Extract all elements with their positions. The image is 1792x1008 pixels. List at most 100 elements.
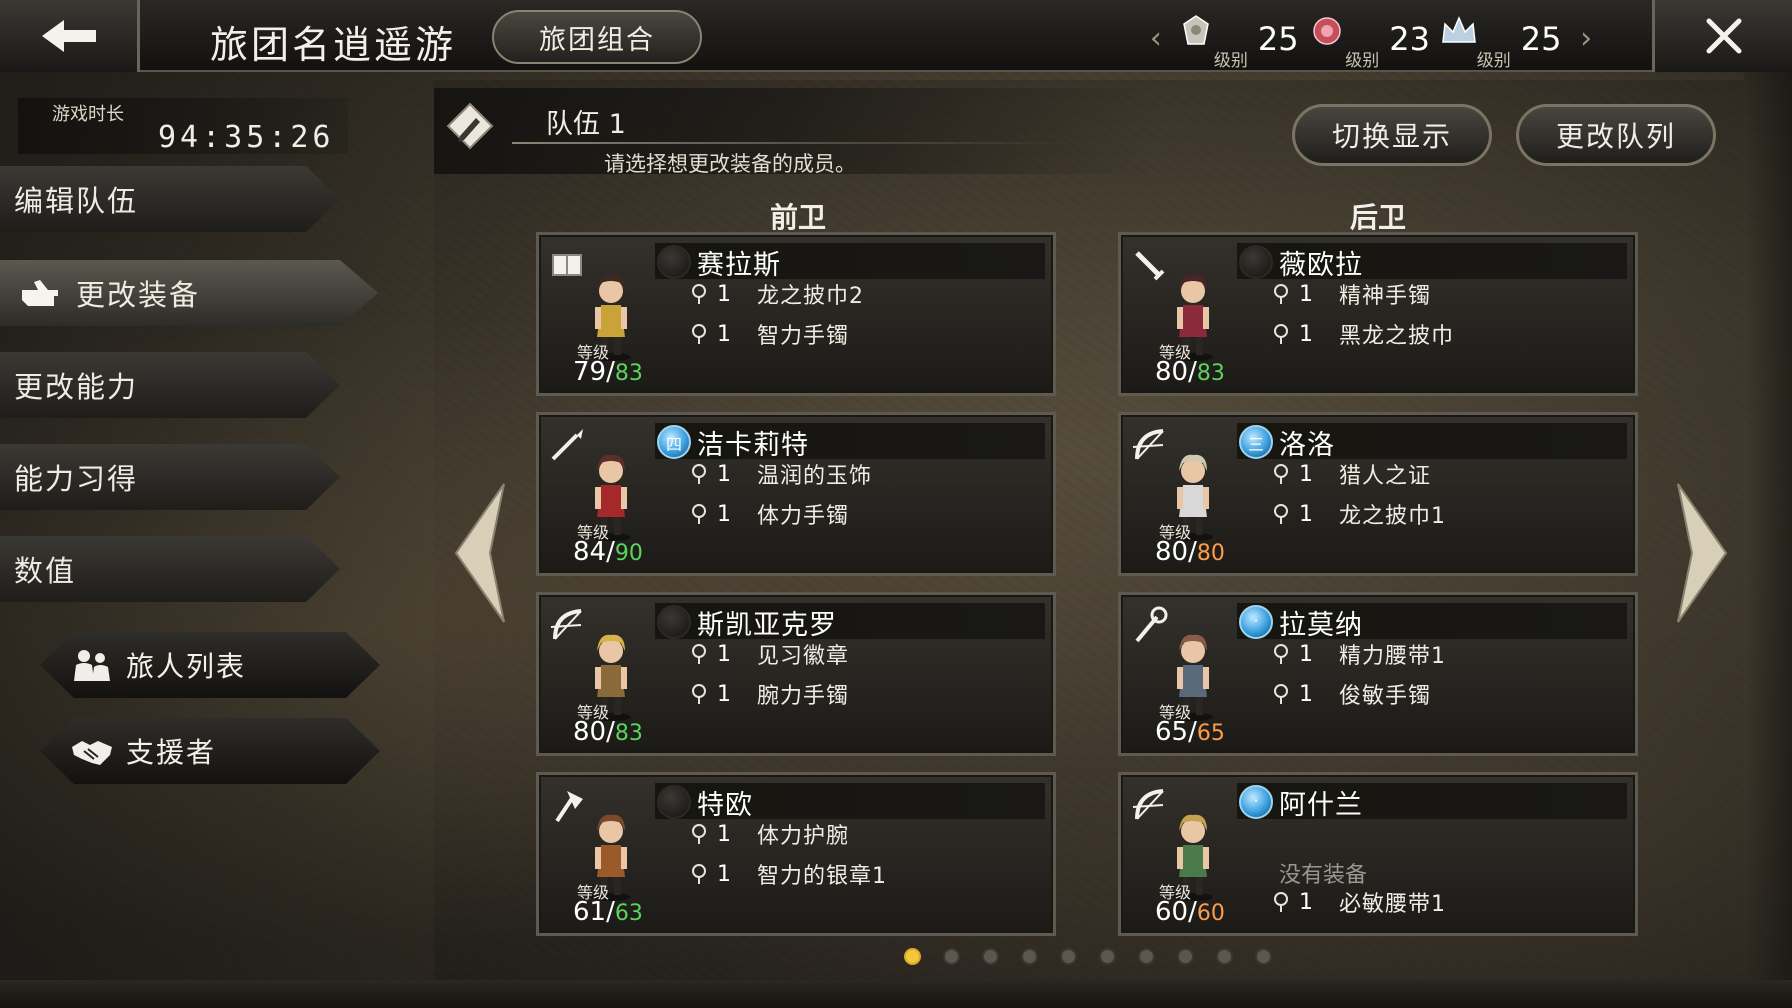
character-card[interactable]: 斯凯亚克罗 1 见习徽章 1 腕力手镯 等级 80/83	[536, 592, 1056, 756]
accessory-icon	[1274, 892, 1288, 912]
guild-combination-button[interactable]: 旅团组合	[492, 10, 702, 64]
rank-item: 级别 25	[1174, 8, 1305, 71]
current-level: 65	[1155, 717, 1189, 747]
max-level: 83	[614, 721, 643, 746]
equipment-quantity: 1	[1299, 281, 1313, 307]
page-dot[interactable]	[1060, 948, 1077, 965]
previous-page-arrow-icon[interactable]	[450, 478, 510, 628]
equipment-quantity: 1	[1299, 461, 1313, 487]
equipment-name: 猎人之证	[1339, 464, 1432, 489]
instruction-text: 请选择想更改装备的成员。	[604, 152, 856, 176]
character-name: 阿什兰	[1279, 790, 1363, 821]
max-level: 83	[1196, 361, 1225, 386]
level-display: 79/83	[573, 357, 643, 387]
page-dot[interactable]	[904, 948, 921, 965]
switch-display-button[interactable]: 切换显示	[1292, 104, 1492, 166]
rank-right-arrow-icon[interactable]: ›	[1568, 21, 1604, 56]
character-card[interactable]: 四洁卡莉特 1 温润的玉饰 1 体力手镯 等级 84/90	[536, 412, 1056, 576]
equipment-quantity: 1	[717, 641, 731, 667]
close-button[interactable]	[1652, 0, 1792, 72]
rank-left-arrow-icon[interactable]: ‹	[1138, 21, 1174, 56]
close-icon	[1706, 18, 1741, 54]
menu-change-ability[interactable]: 更改能力	[0, 352, 340, 418]
accessory-icon	[1274, 684, 1288, 704]
equipment-name: 俊敏手镯	[1339, 684, 1432, 709]
equipment-row: 1 体力手镯	[689, 499, 849, 529]
equipment-row: 1 龙之披巾2	[689, 279, 864, 309]
character-card[interactable]: 三洛洛 1 猎人之证 1 龙之披巾1 等级 80/80	[1118, 412, 1638, 576]
gem-label: 四	[665, 435, 682, 454]
equipment-name: 腕力手镯	[757, 684, 850, 709]
page-dot[interactable]	[1216, 948, 1233, 965]
accessory-icon	[692, 504, 706, 524]
character-card[interactable]: 赛拉斯 1 龙之披巾2 1 智力手镯 等级 79/83	[536, 232, 1056, 396]
page-dot[interactable]	[1255, 948, 1272, 965]
page-dot[interactable]	[943, 948, 960, 965]
character-name: 洁卡莉特	[697, 430, 809, 461]
equipment-name: 黑龙之披巾	[1339, 324, 1455, 349]
job-gem-icon: ·	[1239, 605, 1273, 639]
character-card[interactable]: 薇欧拉 1 精神手镯 1 黑龙之披巾 等级 80/83	[1118, 232, 1638, 396]
page-dot[interactable]	[1177, 948, 1194, 965]
menu-edit-team[interactable]: 编辑队伍	[0, 166, 340, 232]
back-button[interactable]	[0, 0, 140, 72]
max-level: 63	[614, 901, 643, 926]
menu-learn-ability[interactable]: 能力习得	[0, 444, 340, 510]
top-bar: 旅团名逍遥游 旅团组合 ‹ 级别 25 级别 23 级别 25 ›	[0, 0, 1792, 72]
gem-label: ·	[1253, 611, 1259, 630]
job-gem-icon: 三	[1239, 425, 1273, 459]
page-dot[interactable]	[1021, 948, 1038, 965]
page-dot[interactable]	[1138, 948, 1155, 965]
accessory-icon	[1274, 464, 1288, 484]
max-level: 90	[614, 541, 643, 566]
menu-stats[interactable]: 数值	[0, 536, 340, 602]
max-level: 83	[614, 361, 643, 386]
accessory-icon	[692, 824, 706, 844]
bottom-band	[0, 980, 1792, 1008]
accessory-icon	[1274, 504, 1288, 524]
rank-label: 级别	[1476, 51, 1511, 71]
rank-value: 25	[1520, 20, 1562, 58]
sub-button-label: 支援者	[126, 736, 217, 769]
character-card[interactable]: 特欧 1 体力护腕 1 智力的银章1 等级 61/63	[536, 772, 1056, 936]
supporters-button[interactable]: 支援者	[40, 718, 380, 784]
max-level: 80	[1196, 541, 1225, 566]
character-card[interactable]: · 拉莫纳 1 精力腰带1 1 俊敏手镯 等级 65/65	[1118, 592, 1638, 756]
equipment-name: 必敏腰带1	[1339, 892, 1446, 917]
right-frame	[1744, 72, 1792, 1008]
empty-gem-icon	[657, 785, 691, 819]
max-level: 60	[1196, 901, 1225, 926]
equipment-name: 精力腰带1	[1339, 644, 1446, 669]
page-dot[interactable]	[982, 948, 999, 965]
gem-label: 三	[1247, 435, 1264, 454]
next-page-arrow-icon[interactable]	[1672, 478, 1732, 628]
empty-gem-icon	[1239, 245, 1273, 279]
equipment-quantity: 1	[717, 501, 731, 527]
travelers-icon	[74, 650, 110, 681]
menu-label: 数值	[14, 554, 77, 588]
screen: 旅团名逍遥游 旅团组合 ‹ 级别 25 级别 23 级别 25 › 游戏时长 9…	[0, 0, 1792, 1008]
page-dot[interactable]	[1099, 948, 1116, 965]
change-formation-button[interactable]: 更改队列	[1516, 104, 1716, 166]
travelers-list-button[interactable]: 旅人列表	[40, 632, 380, 698]
equipment-row: 1 腕力手镯	[689, 679, 849, 709]
accessory-icon	[1274, 284, 1288, 304]
menu-label: 编辑队伍	[14, 184, 139, 218]
equipment-row: 1 体力护腕	[689, 819, 849, 849]
menu-change-equipment[interactable]: 更改装备	[0, 260, 378, 326]
rank-display: ‹ 级别 25 级别 23 级别 25 ›	[1138, 8, 1604, 71]
equipment-row: 1 温润的玉饰	[689, 459, 872, 489]
accessory-icon	[1274, 644, 1288, 664]
level-display: 80/80	[1155, 537, 1225, 567]
equipment-row: 1 见习徽章	[689, 639, 849, 669]
back-arrow-icon	[41, 20, 96, 52]
equipment-row: 1 智力的银章1	[689, 859, 887, 889]
empty-gem-icon	[657, 245, 691, 279]
current-level: 61	[573, 897, 607, 927]
character-card[interactable]: · 阿什兰 没有装备 1 必敏腰带1 等级 60/60	[1118, 772, 1638, 936]
front-row-header: 前卫	[770, 201, 827, 234]
rose-crest-icon	[1313, 17, 1342, 45]
equipment-row: 1 精神手镯	[1271, 279, 1431, 309]
equipment-name: 温润的玉饰	[757, 464, 873, 489]
pen-icon[interactable]	[446, 102, 494, 150]
